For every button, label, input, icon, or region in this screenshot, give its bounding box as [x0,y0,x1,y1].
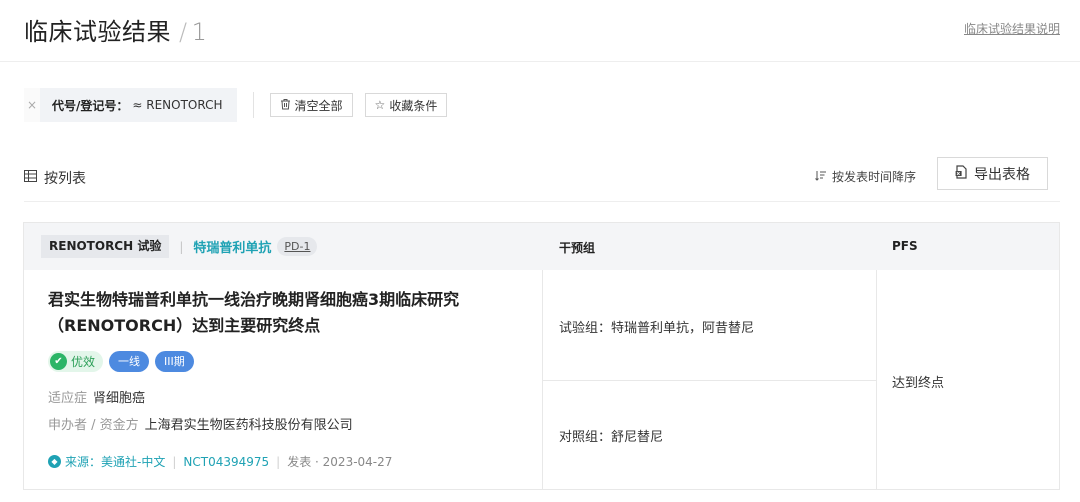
nct-link[interactable]: NCT04394975 [183,455,269,469]
list-view-label: 按列表 [44,171,86,187]
filter-chip-key: 代号/登记号： [52,98,129,113]
page-title-text: 临床试验结果 [24,18,171,46]
target-tag[interactable]: PD-1 [277,237,318,256]
list-view-toggle[interactable]: 按列表 [24,168,86,188]
help-link[interactable]: 临床试验结果说明 [964,20,1060,37]
header-separator: | [179,239,184,254]
sponsor-label: 申办者 / 资金方 [48,418,139,433]
filter-chip: × 代号/登记号： ≈ RENOTORCH [24,88,237,122]
filter-chip-value: ≈ RENOTORCH [132,98,223,112]
column-header-pfs: PFS [892,239,918,253]
export-button[interactable]: 导出表格 [937,157,1048,190]
export-label: 导出表格 [974,166,1030,183]
sponsor-value: 上海君实生物医药科技股份有限公司 [144,418,353,433]
pfs-result: 达到终点 [892,376,945,391]
efficacy-badge-label: 优效 [71,355,96,369]
view-controls: 按列表 按发表时间降序 导出表格 [24,157,1060,196]
sort-icon [815,170,826,184]
publish-date: 发表 · 2023-04-27 [287,455,393,469]
filter-divider [252,92,254,118]
trial-name-tag: RENOTORCH 试验 [41,235,170,258]
results-table: RENOTORCH 试验 | 特瑞普利单抗 PD-1 干预组 PFS 君实生物特… [23,222,1060,490]
column-header-arm: 干预组 [559,241,596,255]
badge-group: ✔ 优效 一线 III期 [48,351,200,372]
shield-check-icon: ✔ [50,353,67,370]
export-icon [955,164,968,183]
indication-label: 适应症 [48,391,88,406]
trial-title[interactable]: 君实生物特瑞普利单抗一线治疗晚期肾细胞癌3期临床研究（RENOTORCH）达到主… [48,287,488,339]
title-separator: / [179,18,188,46]
column-divider [876,270,877,489]
indication-value: 肾细胞癌 [93,391,146,406]
filter-bar: × 代号/登记号： ≈ RENOTORCH 清空全部 ☆ 收藏条件 [24,88,459,122]
line-badge: 一线 [109,351,150,372]
experimental-arm: 试验组：特瑞普利单抗，阿昔替尼 [559,321,755,336]
phase-badge: III期 [155,351,194,372]
source-prefix: 来源： [65,455,102,469]
save-conditions-button[interactable]: ☆ 收藏条件 [364,93,448,117]
trash-icon [280,98,291,113]
source-link[interactable]: 美通社-中文 [101,453,165,470]
clear-all-button[interactable]: 清空全部 [269,93,353,117]
trial-header: RENOTORCH 试验 | 特瑞普利单抗 PD-1 [41,235,318,258]
sort-label: 按发表时间降序 [831,170,916,184]
page-header: 临床试验结果 /1 临床试验结果说明 [0,0,1080,62]
source-separator: | [172,454,177,469]
arm-divider [542,380,876,381]
close-icon[interactable]: × [24,88,40,122]
sort-control[interactable]: 按发表时间降序 [815,168,916,185]
page-title: 临床试验结果 /1 [24,12,207,47]
list-icon [24,170,37,186]
section-divider [24,201,1060,202]
clear-all-label: 清空全部 [294,98,343,113]
drug-name-link[interactable]: 特瑞普利单抗 [193,237,271,256]
control-arm: 对照组：舒尼替尼 [559,430,664,445]
save-conditions-label: 收藏条件 [389,98,438,113]
table-header: RENOTORCH 试验 | 特瑞普利单抗 PD-1 干预组 PFS [24,223,1059,270]
result-count: 1 [191,18,208,46]
sponsor-line: 申办者 / 资金方 上海君实生物医药科技股份有限公司 [48,414,353,433]
star-icon: ☆ [374,98,386,112]
source-icon: ◆ [48,455,61,468]
source-separator: | [276,454,281,469]
indication-line: 适应症 肾细胞癌 [48,387,145,406]
efficacy-badge: ✔ 优效 [48,351,104,372]
source-line: ◆ 来源： 美通社-中文 | NCT04394975 | 发表 · 2023-0… [48,453,392,470]
